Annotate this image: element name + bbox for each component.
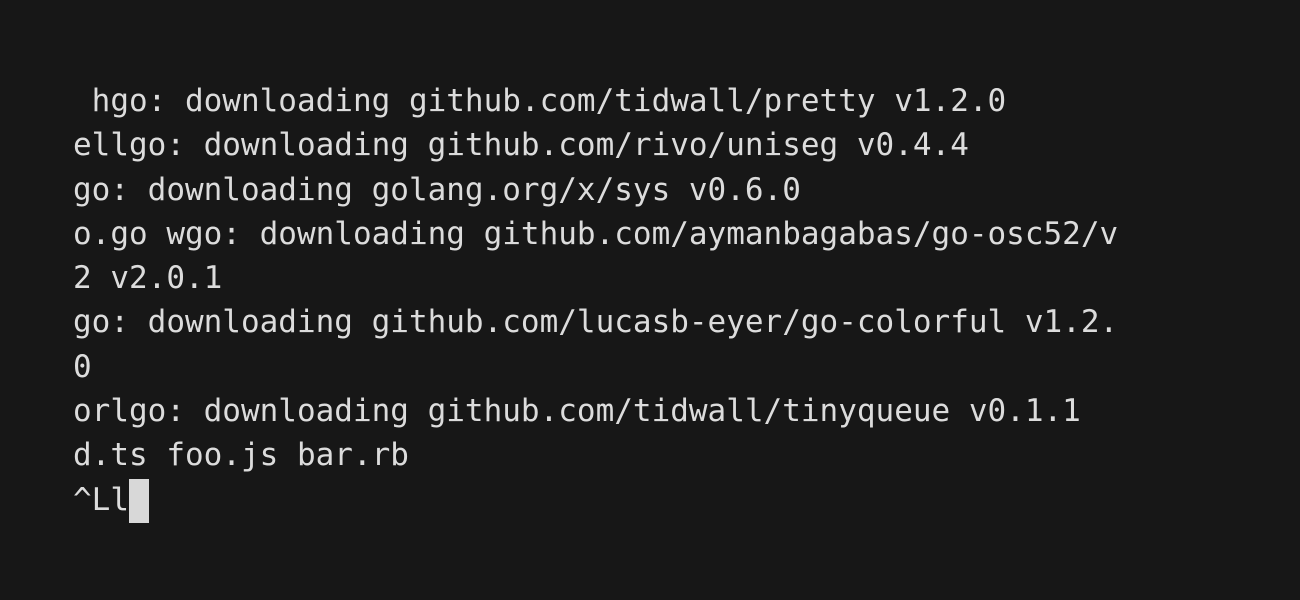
terminal-line: d.ts foo.js bar.rb: [73, 437, 409, 474]
terminal-line: 0: [73, 348, 92, 385]
terminal-line: ellgo: downloading github.com/rivo/unise…: [73, 127, 969, 164]
terminal-line: o.go wgo: downloading github.com/aymanba…: [73, 215, 1119, 252]
terminal-line: 2 v2.0.1: [73, 260, 223, 297]
terminal-line: go: downloading golang.org/x/sys v0.6.0: [73, 171, 801, 208]
terminal-output[interactable]: hgo: downloading github.com/tidwall/pret…: [0, 0, 1300, 600]
terminal-line: orlgo: downloading github.com/tidwall/ti…: [73, 393, 1081, 430]
terminal-line: hgo: downloading github.com/tidwall/pret…: [73, 83, 1007, 119]
prompt-input-text: ^Ll: [73, 481, 129, 518]
terminal-line: go: downloading github.com/lucasb-eyer/g…: [73, 304, 1119, 341]
prompt-line[interactable]: ^Ll: [73, 478, 1260, 523]
text-cursor: [129, 478, 149, 523]
